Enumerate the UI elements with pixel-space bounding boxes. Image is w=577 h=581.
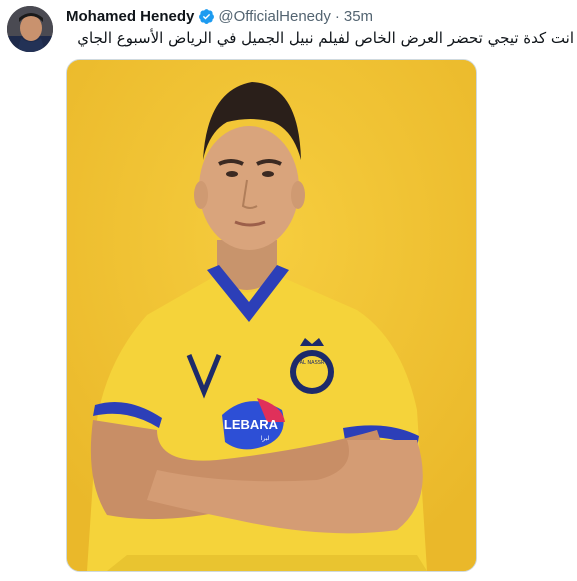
tweet-header: Mohamed Henedy @OfficialHenedy · 35m: [66, 6, 373, 26]
crest-text: AL NASSR: [300, 360, 325, 366]
sponsor-subtext: لبرا: [261, 435, 270, 442]
author-name[interactable]: Mohamed Henedy: [66, 8, 194, 25]
tweet: Mohamed Henedy @OfficialHenedy · 35m انت…: [0, 0, 577, 581]
separator-dot: ·: [334, 7, 340, 25]
sponsor-text: LEBARA: [224, 417, 279, 432]
tweet-text: انت كدة تيجي تحضر العرض الخاص لفيلم نبيل…: [77, 29, 574, 47]
verified-badge-icon: [198, 8, 215, 25]
author-handle[interactable]: @OfficialHenedy: [218, 8, 331, 25]
tweet-timestamp[interactable]: 35m: [344, 8, 373, 25]
tweet-image[interactable]: AL NASSR LEBARA لبرا: [66, 59, 477, 572]
avatar[interactable]: [7, 6, 53, 52]
